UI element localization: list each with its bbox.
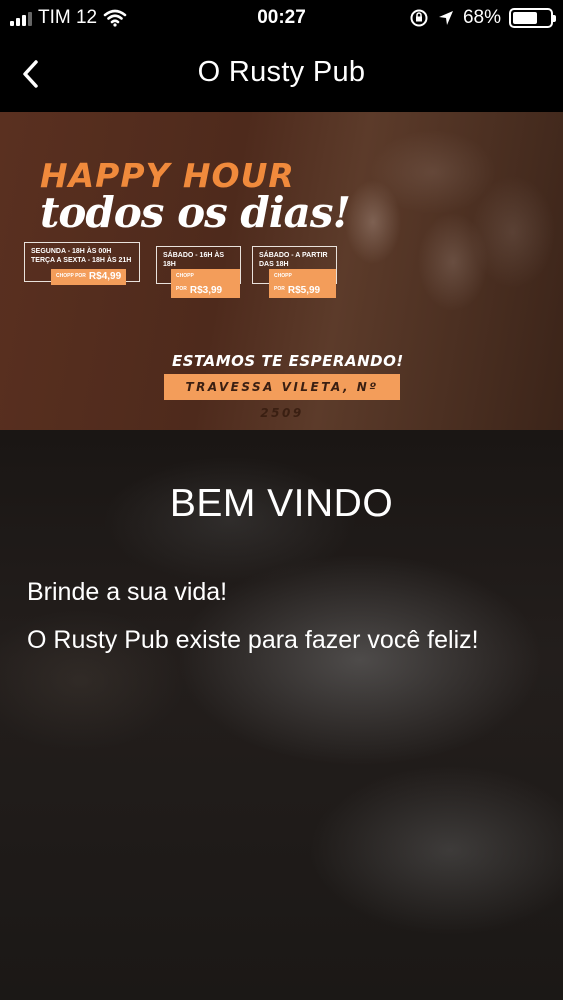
promo-price: R$4,99 [88,271,122,282]
status-bar: TIM 12 00:27 68% [0,0,563,36]
nav-bar: O Rusty Pub [0,36,563,112]
promo-box-saturday-afternoon: SÁBADO - 16H ÀS 18H CHOPP POR R$3,99 [156,246,241,298]
orientation-lock-icon [410,9,428,27]
battery-icon [509,8,556,28]
banner-script-line: todos os dias! [40,188,351,237]
battery-percent: 68% [462,7,501,28]
welcome-line-2: O Rusty Pub existe para fazer você feliz… [27,626,479,654]
welcome-heading: BEM VINDO [169,482,394,525]
happy-hour-banner: HAPPY HOUR todos os dias! SEGUNDA - 18H … [0,112,563,430]
price-label: CHOPP POR [56,272,86,279]
promo-box-saturday-night: SÁBADO - A PARTIR DAS 18H CHOPP POR R$5,9… [252,246,337,298]
promo-price-tag: CHOPP POR R$4,99 [51,269,127,285]
promo-box-weekdays: SEGUNDA - 18H ÀS 00H TERÇA A SEXTA - 18H… [24,242,140,285]
status-right: 68% [409,7,556,29]
location-arrow-icon [438,11,453,25]
promo-price: R$5,99 [287,284,321,296]
welcome-section: BEM VINDO Brinde a sua vida! O Rusty Pub… [0,430,563,1000]
welcome-line-1: Brinde a sua vida! [27,578,228,606]
promo-price: R$3,99 [189,284,223,296]
banner-waiting-text: ESTAMOS TE ESPERANDO! [172,352,404,370]
promo-price-tag: CHOPP POR R$5,99 [269,269,336,298]
promo-schedule: SEGUNDA - 18H ÀS 00H [31,248,112,255]
page-title: O Rusty Pub [197,56,366,88]
banner-address: TRAVESSA VILETA, Nº 2509 [164,374,400,420]
battery-fill [513,12,538,24]
promo-price-tag: CHOPP POR R$3,99 [171,269,240,298]
